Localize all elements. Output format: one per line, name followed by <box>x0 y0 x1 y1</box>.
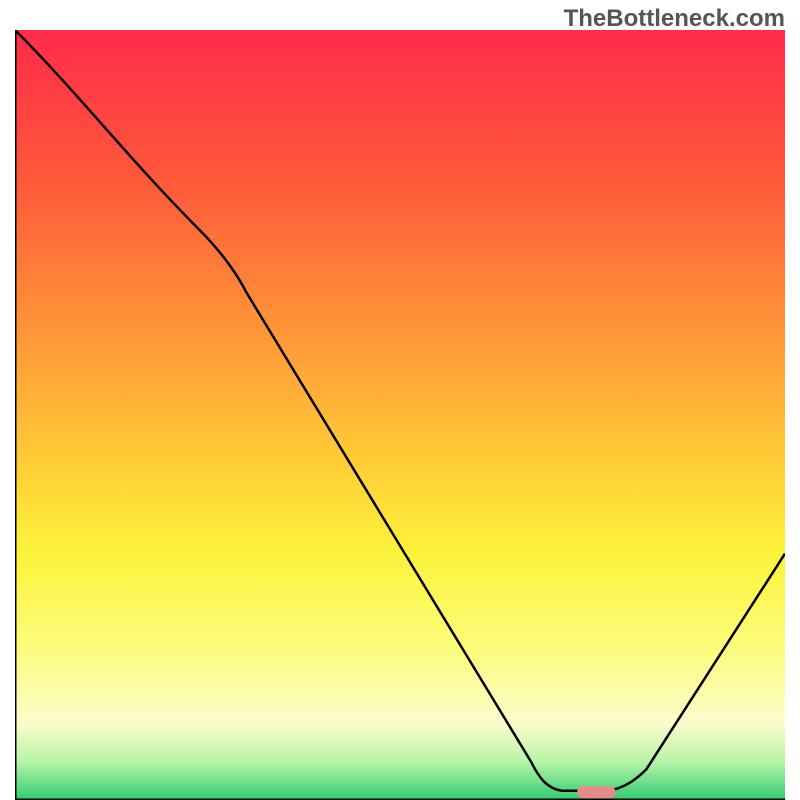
chart-container <box>15 30 785 800</box>
optimal-marker <box>577 786 616 798</box>
watermark-label: TheBottleneck.com <box>564 5 785 33</box>
bottleneck-chart <box>15 30 785 800</box>
gradient-background <box>15 30 785 800</box>
